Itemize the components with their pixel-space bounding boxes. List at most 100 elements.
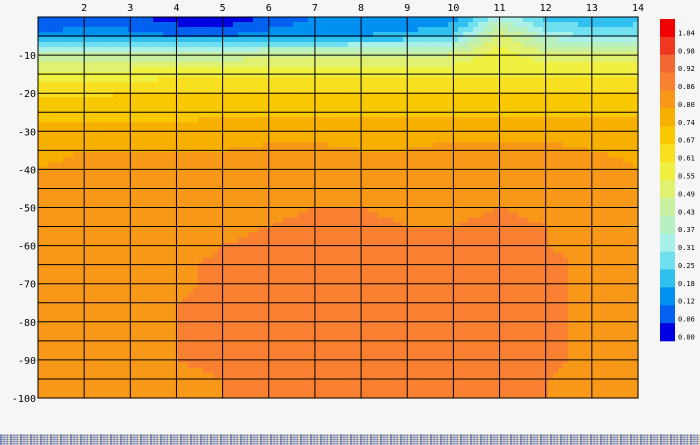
heatmap-cell: [228, 97, 234, 103]
heatmap-cell: [508, 167, 514, 173]
heatmap-cell: [608, 117, 614, 123]
heatmap-cell: [208, 142, 214, 148]
heatmap-cell: [353, 77, 359, 83]
heatmap-cell: [63, 132, 69, 138]
heatmap-cell: [403, 27, 409, 33]
heatmap-cell: [118, 57, 124, 63]
heatmap-cell: [143, 22, 149, 28]
heatmap-cell: [153, 132, 159, 138]
heatmap-cell: [313, 142, 319, 148]
heatmap-cell: [173, 47, 179, 53]
heatmap-cell: [98, 127, 104, 133]
heatmap-cell: [38, 42, 44, 48]
heatmap-cell: [593, 192, 599, 199]
heatmap-cell: [343, 77, 349, 83]
heatmap-cell: [603, 42, 609, 48]
heatmap-cell: [158, 137, 164, 143]
heatmap-cell: [538, 132, 544, 138]
heatmap-cell: [288, 47, 294, 53]
heatmap-cell: [93, 177, 99, 184]
heatmap-cell: [618, 157, 624, 163]
heatmap-cell: [118, 177, 124, 184]
heatmap-cell: [278, 62, 284, 68]
heatmap-cell: [98, 192, 104, 199]
heatmap-cell: [213, 137, 219, 143]
heatmap-cell: [203, 77, 209, 83]
heatmap-cell: [73, 32, 79, 38]
heatmap-cell: [88, 27, 94, 33]
heatmap-cell: [228, 167, 234, 173]
heatmap-cell: [438, 212, 444, 219]
heatmap-cell: [328, 102, 334, 108]
heatmap-cell: [43, 67, 49, 73]
heatmap-cell: [98, 117, 104, 123]
heatmap-cell: [68, 212, 74, 219]
heatmap-cell: [393, 97, 399, 103]
heatmap-cell: [583, 102, 589, 108]
heatmap-cell: [583, 67, 589, 73]
heatmap-cell: [208, 47, 214, 53]
heatmap-cell: [243, 127, 249, 133]
heatmap-cell: [123, 222, 129, 229]
heatmap-cell: [138, 182, 144, 189]
heatmap-cell: [198, 157, 204, 163]
heatmap-cell: [53, 42, 59, 48]
heatmap-cell: [113, 47, 119, 53]
heatmap-cell: [163, 62, 169, 68]
heatmap-cell: [623, 17, 629, 23]
heatmap-cell: [558, 212, 564, 219]
heatmap-cell: [163, 177, 169, 184]
heatmap-cell: [278, 57, 284, 63]
heatmap-cell: [293, 17, 299, 23]
heatmap-cell: [558, 27, 564, 33]
heatmap-cell: [518, 157, 524, 163]
heatmap-cell: [233, 162, 239, 168]
heatmap-cell: [603, 172, 609, 179]
heatmap-cell: [403, 197, 409, 204]
heatmap-cell: [323, 17, 329, 23]
heatmap-cell: [63, 142, 69, 148]
heatmap-cell: [108, 142, 114, 148]
heatmap-cell: [483, 197, 489, 204]
heatmap-cell: [258, 77, 264, 83]
heatmap-cell: [553, 122, 559, 128]
heatmap-cell: [168, 217, 174, 224]
heatmap-cell: [438, 167, 444, 173]
heatmap-cell: [418, 67, 424, 73]
heatmap-cell: [578, 197, 584, 204]
heatmap-cell: [508, 97, 514, 103]
heatmap-cell: [103, 22, 109, 28]
heatmap-cell: [168, 72, 174, 78]
heatmap-cell: [223, 32, 229, 38]
heatmap-cell: [498, 47, 504, 53]
heatmap-cell: [98, 182, 104, 189]
heatmap-cell: [78, 127, 84, 133]
heatmap-cell: [533, 22, 539, 28]
heatmap-cell: [113, 77, 119, 83]
heatmap-cell: [48, 27, 54, 33]
heatmap-cell: [403, 152, 409, 158]
heatmap-cell: [158, 117, 164, 123]
heatmap-cell: [628, 37, 634, 43]
heatmap-cell: [253, 47, 259, 53]
heatmap-cell: [548, 112, 554, 118]
heatmap-cell: [473, 127, 479, 133]
heatmap-cell: [608, 162, 614, 168]
heatmap-cell: [323, 27, 329, 33]
heatmap-cell: [168, 87, 174, 93]
heatmap-cell: [63, 207, 69, 214]
heatmap-cell: [78, 162, 84, 168]
heatmap-cell: [483, 167, 489, 173]
heatmap-cell: [338, 82, 344, 88]
heatmap-cell: [253, 57, 259, 63]
heatmap-cell: [548, 217, 554, 224]
heatmap-cell: [148, 157, 154, 163]
heatmap-cell: [523, 122, 529, 128]
heatmap-cell: [63, 62, 69, 68]
heatmap-cell: [308, 72, 314, 78]
heatmap-cell: [568, 117, 574, 123]
heatmap-cell: [573, 97, 579, 103]
heatmap-cell: [108, 67, 114, 73]
heatmap-cell: [168, 137, 174, 143]
heatmap-cell: [68, 177, 74, 184]
